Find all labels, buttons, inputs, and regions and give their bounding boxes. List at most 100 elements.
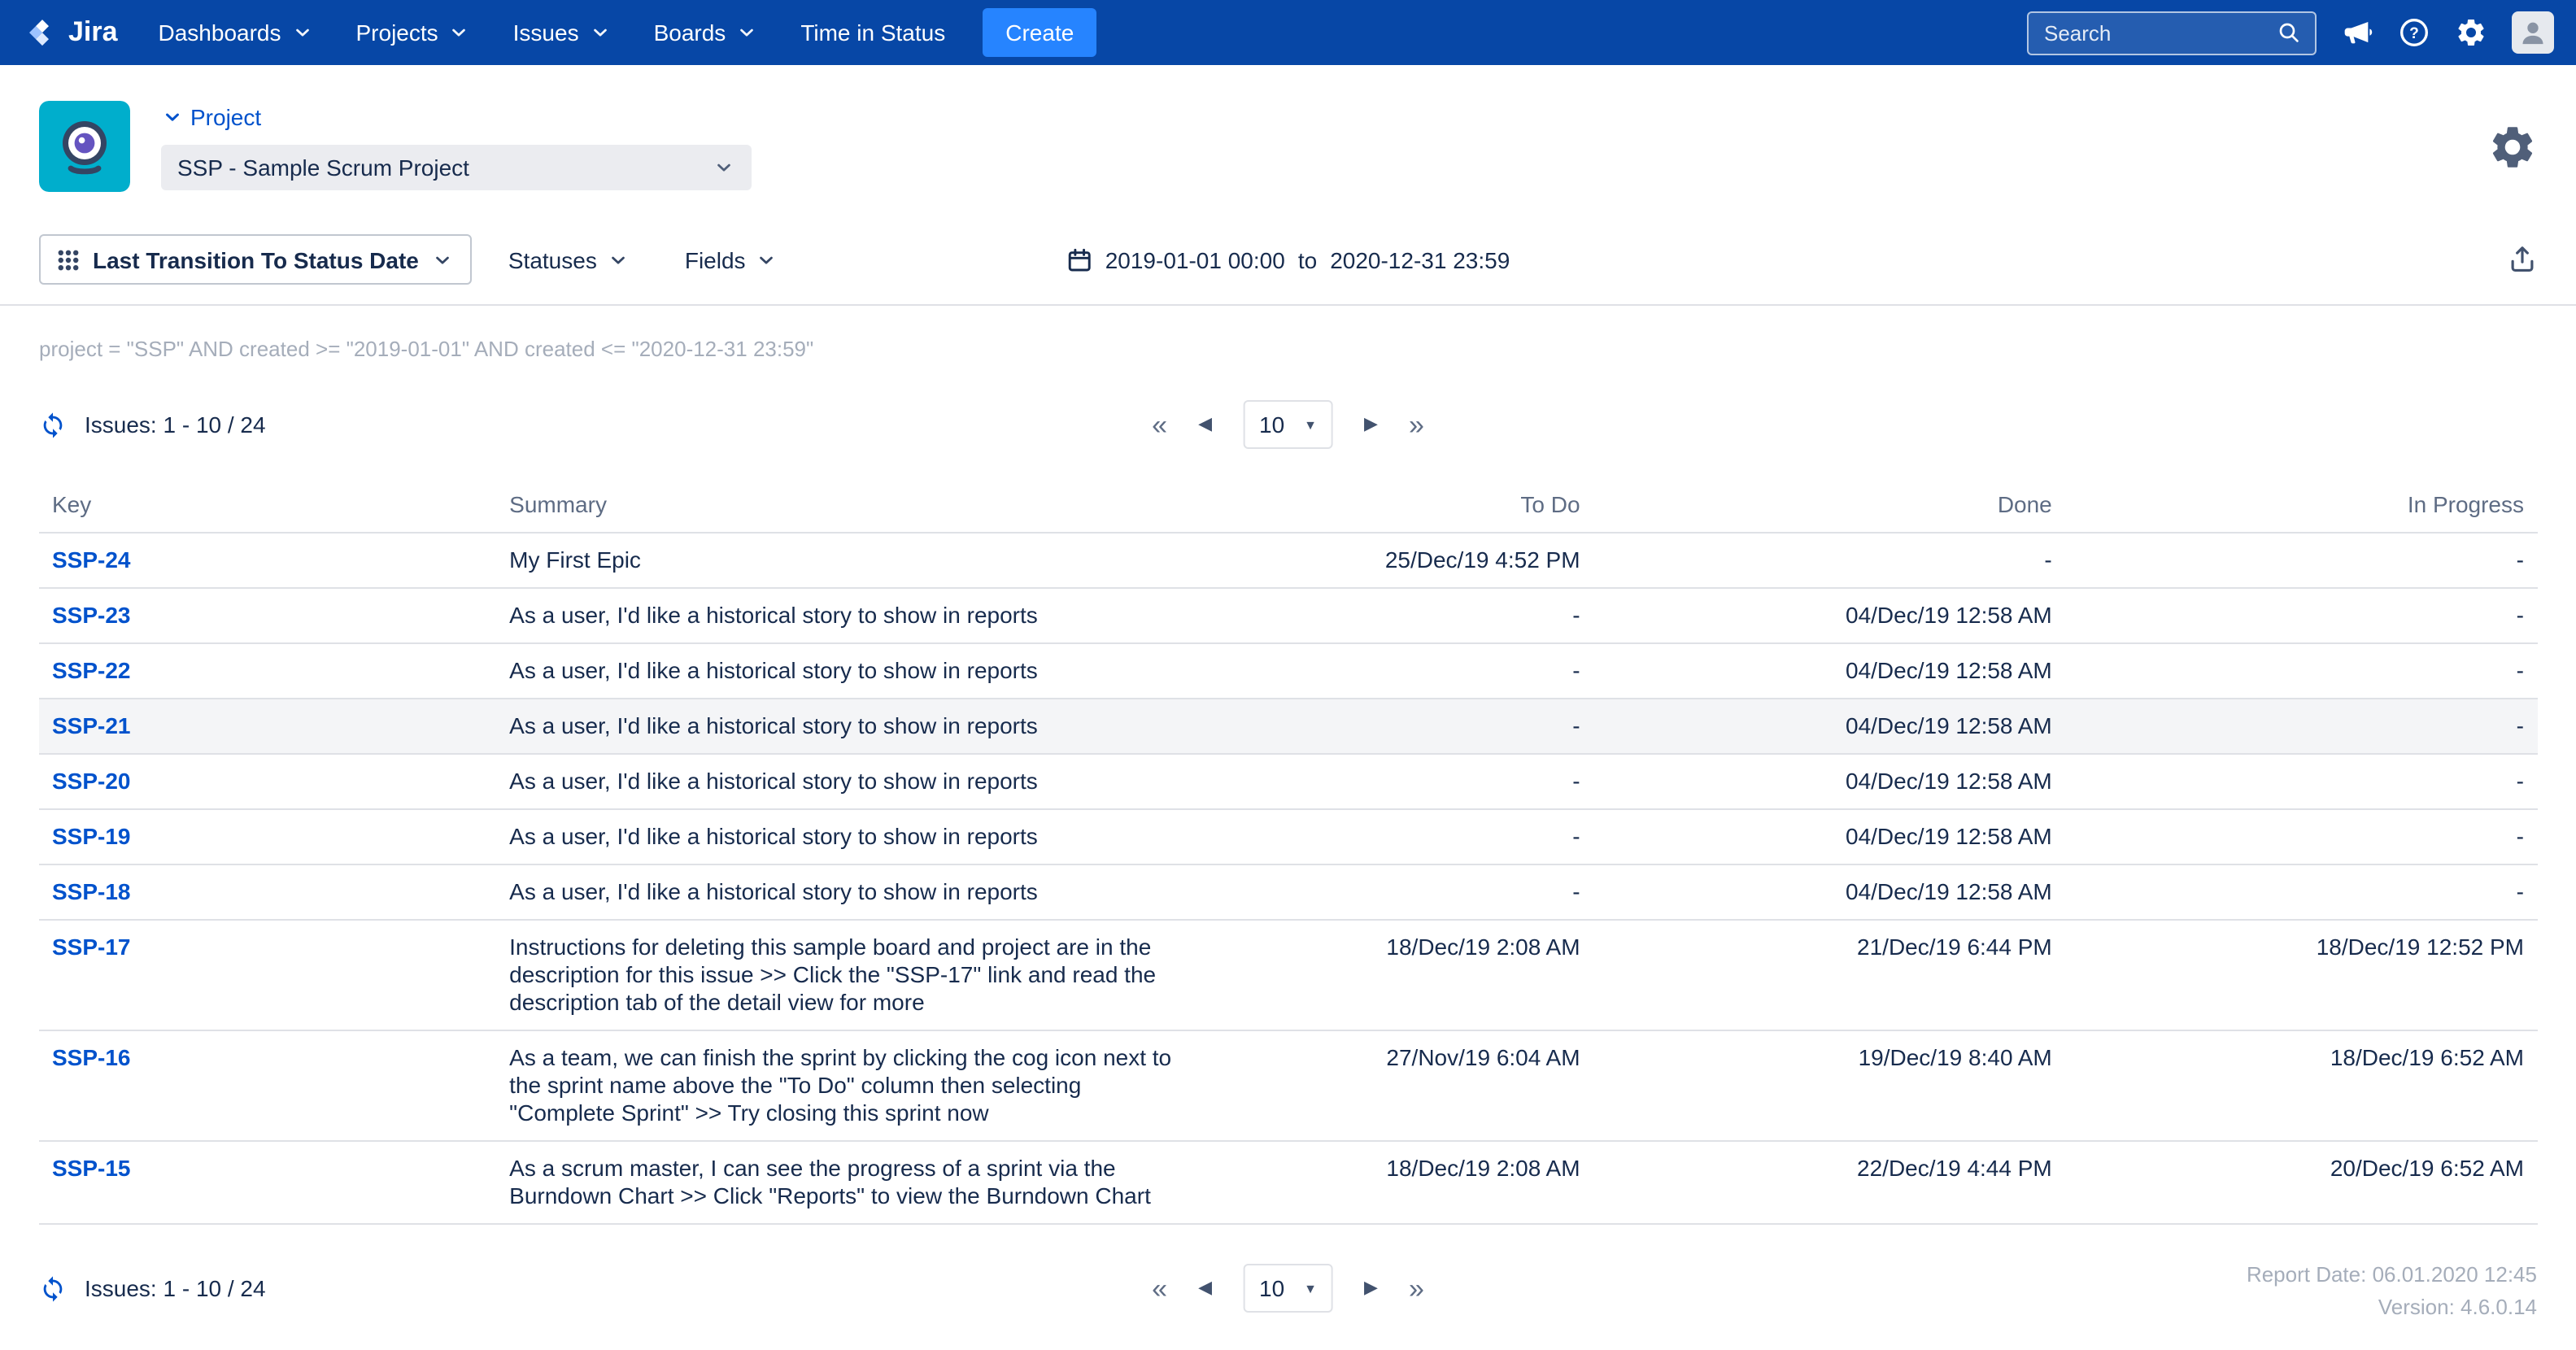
todo-date: 25/Dec/19 4:52 PM [1186, 533, 1593, 588]
prev-page-button[interactable]: ◀ [1198, 1279, 1212, 1297]
table-row: SSP-17 Instructions for deleting this sa… [39, 920, 2537, 1030]
chevron-down-icon [589, 21, 612, 44]
create-button[interactable]: Create [983, 8, 1096, 57]
chevron-down-icon [713, 155, 735, 178]
report-type-button[interactable]: Last Transition To Status Date [39, 234, 473, 285]
inprogress-date: - [2065, 533, 2537, 588]
last-page-button[interactable]: » [1409, 1274, 1424, 1302]
export-icon[interactable] [2506, 244, 2537, 275]
done-date: 22/Dec/19 4:44 PM [1593, 1141, 2065, 1224]
issue-summary: As a user, I'd like a historical story t… [496, 864, 1186, 920]
done-date: 04/Dec/19 12:58 AM [1593, 864, 2065, 920]
issue-key-link[interactable]: SSP-19 [52, 823, 131, 849]
nav-item-issues[interactable]: Issues [492, 0, 633, 65]
report-settings-gear-icon[interactable] [2487, 121, 2537, 172]
project-section-toggle[interactable]: Project [161, 103, 752, 129]
report-toolbar: Last Transition To Status Date Statuses … [0, 234, 2576, 285]
jira-logo[interactable]: Jira [26, 16, 118, 49]
prev-page-button[interactable]: ◀ [1198, 416, 1212, 433]
issue-key-link[interactable]: SSP-21 [52, 712, 131, 738]
pagination-top: « ◀ 10 ▼ ▶ » [1152, 400, 1424, 449]
todo-date: - [1186, 699, 1593, 754]
issue-key-link[interactable]: SSP-15 [52, 1155, 131, 1181]
done-date: 04/Dec/19 12:58 AM [1593, 809, 2065, 864]
done-date: 21/Dec/19 6:44 PM [1593, 920, 2065, 1030]
issue-summary: My First Epic [496, 533, 1186, 588]
calendar-icon [1066, 246, 1092, 272]
column-header-todo: To Do [1186, 475, 1593, 533]
issues-table: Key Summary To Do Done In Progress SSP-2… [39, 475, 2537, 1225]
todo-date: - [1186, 809, 1593, 864]
search-input[interactable] [2041, 19, 2265, 46]
svg-text:?: ? [2408, 25, 2418, 42]
nav-item-dashboards[interactable]: Dashboards [137, 0, 335, 65]
inprogress-date: - [2065, 864, 2537, 920]
date-separator: to [1298, 246, 1317, 272]
grid-icon [57, 248, 80, 271]
project-selector: Project SSP - Sample Scrum Project [161, 103, 752, 189]
issue-key-link[interactable]: SSP-22 [52, 657, 131, 683]
issues-bar-bottom: Issues: 1 - 10 / 24 « ◀ 10 ▼ ▶ » Report … [39, 1257, 2537, 1319]
chevron-down-icon [432, 248, 455, 271]
table-row: SSP-19 As a user, I'd like a historical … [39, 809, 2537, 864]
table-row: SSP-15 As a scrum master, I can see the … [39, 1141, 2537, 1224]
last-page-button[interactable]: » [1409, 411, 1424, 438]
issue-summary: As a user, I'd like a historical story t… [496, 643, 1186, 699]
first-page-button[interactable]: « [1152, 1274, 1167, 1302]
refresh-icon[interactable] [39, 1274, 67, 1302]
issues-summary-group: Issues: 1 - 10 / 24 [39, 1274, 266, 1302]
issue-key-link[interactable]: SSP-18 [52, 878, 131, 904]
pagination-bottom: « ◀ 10 ▼ ▶ » [1152, 1264, 1424, 1313]
issue-key-link[interactable]: SSP-24 [52, 547, 131, 573]
help-icon[interactable]: ? [2397, 16, 2430, 49]
table-row: SSP-16 As a team, we can finish the spri… [39, 1030, 2537, 1141]
done-date: 19/Dec/19 8:40 AM [1593, 1030, 2065, 1141]
todo-date: 18/Dec/19 2:08 AM [1186, 920, 1593, 1030]
issue-key-link[interactable]: SSP-23 [52, 602, 131, 628]
page-size-select[interactable]: 10 ▼ [1243, 400, 1333, 449]
feedback-megaphone-icon[interactable] [2340, 16, 2373, 49]
nav-item-boards[interactable]: Boards [633, 0, 780, 65]
issue-summary: Instructions for deleting this sample bo… [496, 920, 1186, 1030]
issue-summary: As a scrum master, I can see the progres… [496, 1141, 1186, 1224]
issue-key-link[interactable]: SSP-20 [52, 768, 131, 794]
next-page-button[interactable]: ▶ [1364, 416, 1378, 433]
navbar-right: ? [2026, 11, 2553, 54]
issue-key-link[interactable]: SSP-16 [52, 1044, 131, 1070]
refresh-icon[interactable] [39, 411, 67, 438]
chevron-down-icon [448, 21, 471, 44]
table-header-row: Key Summary To Do Done In Progress [39, 475, 2537, 533]
nav-item-projects[interactable]: Projects [335, 0, 492, 65]
first-page-button[interactable]: « [1152, 411, 1167, 438]
project-dropdown[interactable]: SSP - Sample Scrum Project [161, 144, 752, 189]
search-box[interactable] [2026, 11, 2316, 54]
app-root: Jira Dashboards Projects Issues Boards T… [0, 0, 2576, 1350]
column-header-summary: Summary [496, 475, 1186, 533]
nav-item-label: Issues [513, 20, 579, 46]
project-dropdown-value: SSP - Sample Scrum Project [177, 154, 469, 180]
statuses-dropdown[interactable]: Statuses [508, 246, 630, 272]
fields-label: Fields [685, 246, 746, 272]
page-size-select[interactable]: 10 ▼ [1243, 1264, 1333, 1313]
page-size-value: 10 [1259, 1275, 1284, 1301]
inprogress-date: 18/Dec/19 6:52 AM [2065, 1030, 2537, 1141]
issues-bar-top: Issues: 1 - 10 / 24 « ◀ 10 ▼ ▶ » [39, 394, 2537, 455]
fields-dropdown[interactable]: Fields [685, 246, 778, 272]
inprogress-date: - [2065, 699, 2537, 754]
table-row: SSP-22 As a user, I'd like a historical … [39, 643, 2537, 699]
inprogress-date: 18/Dec/19 12:52 PM [2065, 920, 2537, 1030]
version-text: Version: 4.6.0.14 [2247, 1291, 2537, 1324]
report-meta: Report Date: 06.01.2020 12:45 Version: 4… [2247, 1259, 2537, 1324]
done-date: - [1593, 533, 2065, 588]
user-avatar[interactable] [2511, 11, 2553, 54]
person-icon [2516, 16, 2548, 49]
issue-key-link[interactable]: SSP-17 [52, 934, 131, 960]
search-icon [2275, 20, 2301, 46]
next-page-button[interactable]: ▶ [1364, 1279, 1378, 1297]
nav-item-label: Boards [654, 20, 726, 46]
nav-item-time-in-status[interactable]: Time in Status [779, 0, 966, 65]
caret-down-icon: ▼ [1304, 417, 1317, 432]
settings-gear-icon[interactable] [2454, 16, 2487, 49]
date-range-picker[interactable]: 2019-01-01 00:00 to 2020-12-31 23:59 [1066, 246, 1510, 272]
table-row: SSP-18 As a user, I'd like a historical … [39, 864, 2537, 920]
